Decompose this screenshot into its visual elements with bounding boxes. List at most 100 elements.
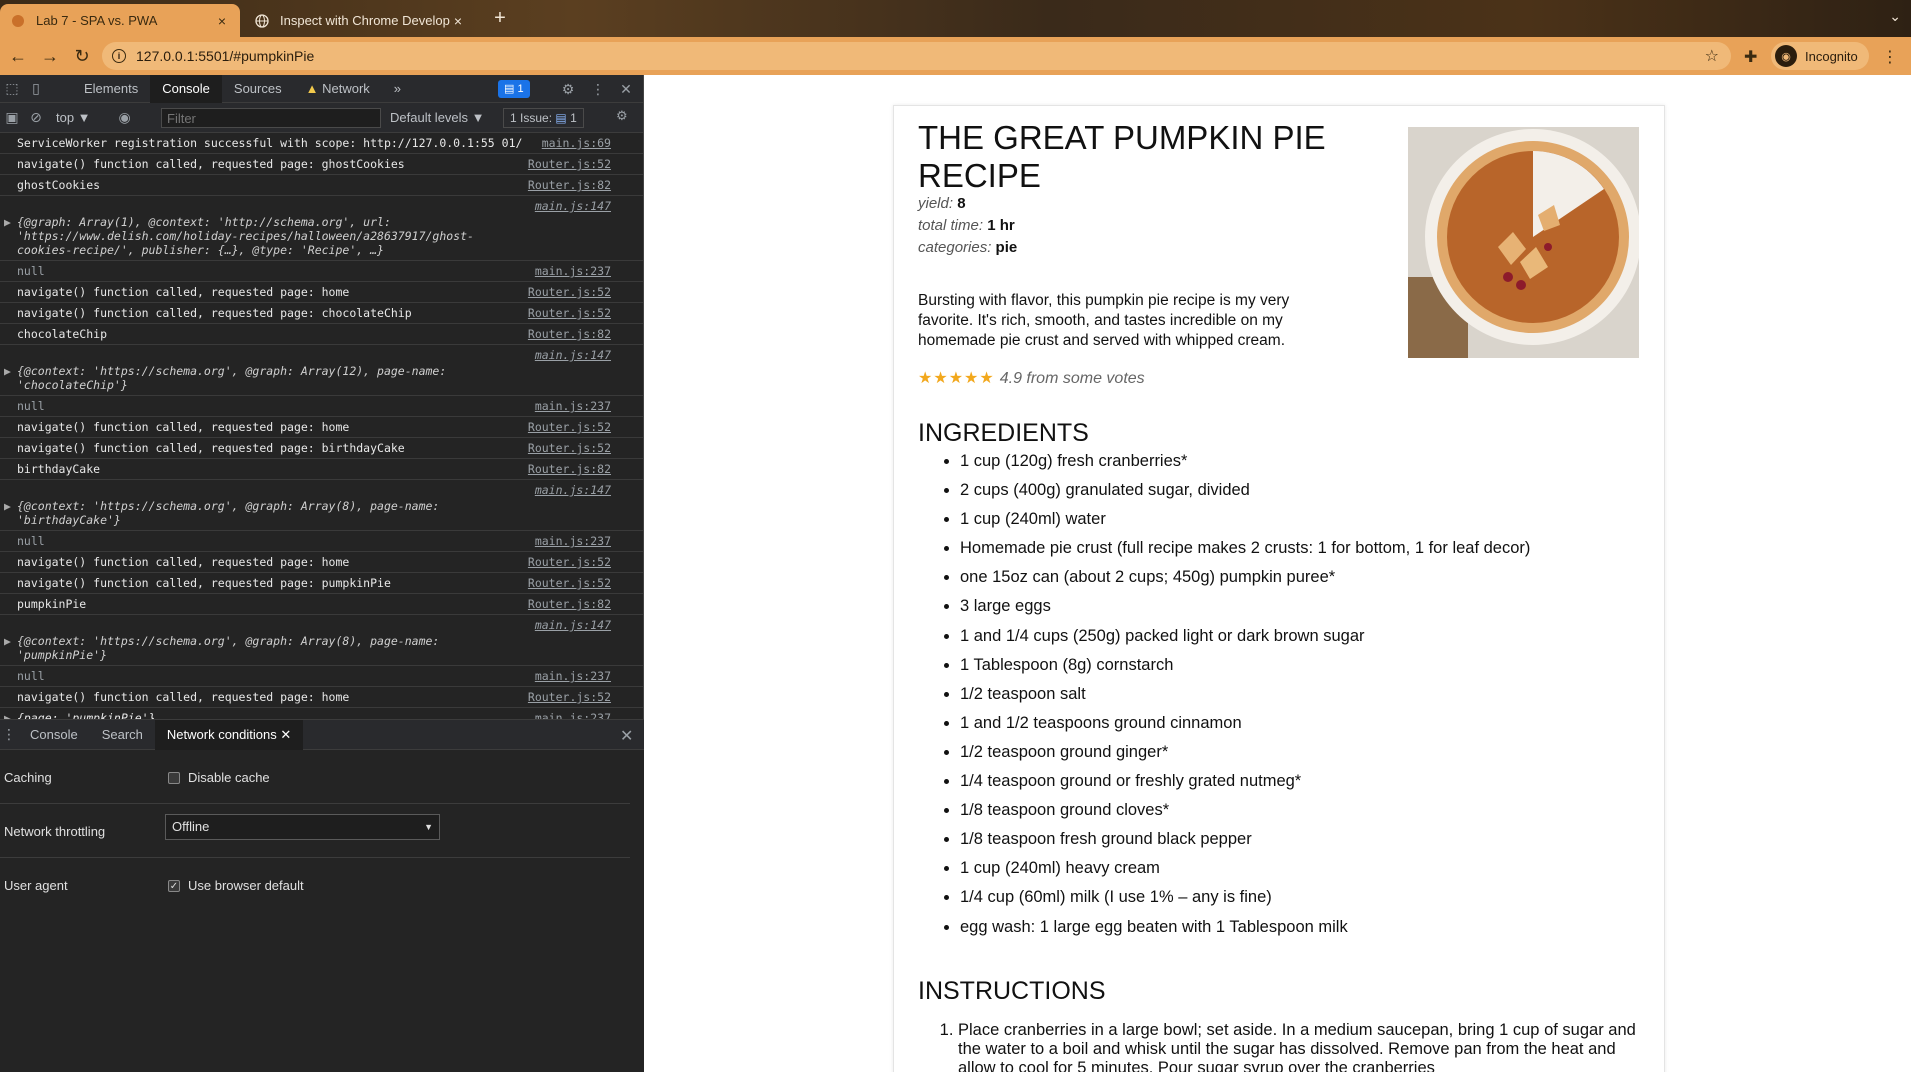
console-log: ServiceWorker registration successful wi… bbox=[0, 133, 643, 753]
ingredient-item: Homemade pie crust (full recipe makes 2 … bbox=[960, 538, 1530, 567]
tab-elements[interactable]: Elements bbox=[72, 75, 150, 103]
issues-button[interactable]: 1 Issue: ▤ 1 bbox=[503, 108, 584, 128]
yield-row: yield: 8 bbox=[918, 195, 966, 212]
checkbox-unchecked[interactable] bbox=[168, 771, 180, 784]
source-link[interactable]: main.js:147 bbox=[535, 618, 611, 632]
source-link[interactable]: main.js:69 bbox=[542, 136, 611, 150]
reload-icon[interactable]: ↻ bbox=[68, 42, 96, 70]
source-link[interactable]: main.js:147 bbox=[535, 199, 611, 213]
source-link[interactable]: Router.js:52 bbox=[528, 285, 611, 299]
ingredient-item: egg wash: 1 large egg beaten with 1 Tabl… bbox=[960, 917, 1530, 946]
context-selector[interactable]: top ▼ bbox=[56, 110, 91, 125]
drawer-tab-network-conditions[interactable]: Network conditions ✕ bbox=[154, 719, 304, 750]
source-link[interactable]: Router.js:52 bbox=[528, 441, 611, 455]
console-message[interactable]: ▶ {@context: 'https://schema.org', @graph… bbox=[0, 480, 643, 531]
yield-value: 8 bbox=[957, 195, 966, 212]
console-message-text: navigate() function called, requested pa… bbox=[17, 420, 350, 434]
console-toolbar: ▣ ⊘ top ▼ ◉ Default levels ▼ 1 Issue: ▤ … bbox=[0, 103, 643, 133]
source-link[interactable]: Router.js:52 bbox=[528, 306, 611, 320]
throttling-select[interactable]: Offline ▼ bbox=[165, 814, 440, 840]
sidebar-toggle-icon[interactable]: ▣ bbox=[0, 104, 24, 132]
source-link[interactable]: main.js:237 bbox=[535, 264, 611, 278]
instructions-heading: INSTRUCTIONS bbox=[918, 977, 1106, 1005]
messages-badge[interactable]: ▤ 1 bbox=[498, 80, 530, 98]
checkbox-checked[interactable]: ✓ bbox=[168, 879, 180, 892]
new-tab-button[interactable]: + bbox=[488, 7, 512, 30]
settings-gear-icon[interactable]: ⚙ bbox=[556, 75, 580, 103]
forward-arrow-icon[interactable]: → bbox=[36, 42, 64, 70]
recipe-card: THE GREAT PUMPKIN PIE RECIPE yield: 8 to… bbox=[893, 105, 1665, 1072]
bookmark-star-icon[interactable]: ☆ bbox=[1705, 46, 1719, 66]
source-link[interactable]: Router.js:82 bbox=[528, 597, 611, 611]
back-arrow-icon[interactable]: ← bbox=[4, 42, 32, 70]
browser-toolbar: ← → ↻ i 127.0.0.1:5501/#pumpkinPie ☆ ✚ ◉… bbox=[0, 37, 1911, 75]
drawer-tab-console[interactable]: Console bbox=[18, 720, 90, 750]
source-link[interactable]: main.js:147 bbox=[535, 483, 611, 497]
extensions-puzzle-icon[interactable]: ✚ bbox=[1744, 47, 1757, 67]
console-message-text: null bbox=[17, 669, 45, 683]
site-info-icon[interactable]: i bbox=[112, 49, 126, 63]
source-link[interactable]: main.js:237 bbox=[535, 669, 611, 683]
incognito-label: Incognito bbox=[1805, 48, 1858, 64]
expand-triangle-icon[interactable]: ▶ bbox=[4, 215, 11, 229]
devtools-more-kebab-icon[interactable]: ⋮ bbox=[586, 75, 610, 103]
console-filter-input[interactable] bbox=[161, 108, 381, 128]
source-link[interactable]: Router.js:52 bbox=[528, 420, 611, 434]
console-message: navigate() function called, requested pa… bbox=[0, 687, 643, 708]
source-link[interactable]: Router.js:82 bbox=[528, 327, 611, 341]
inspect-element-icon[interactable]: ⬚ bbox=[0, 75, 24, 103]
source-link[interactable]: main.js:237 bbox=[535, 534, 611, 548]
address-bar[interactable]: i 127.0.0.1:5501/#pumpkinPie ☆ bbox=[102, 42, 1731, 70]
tab-close-icon[interactable]: × bbox=[450, 13, 466, 29]
browser-tab[interactable]: Inspect with Chrome Develope × bbox=[244, 4, 476, 37]
expand-triangle-icon[interactable]: ▶ bbox=[4, 499, 11, 513]
devtools-panel: ⬚ ▯ Elements Console Sources ▲ Network »… bbox=[0, 74, 644, 1072]
source-link[interactable]: main.js:147 bbox=[535, 348, 611, 362]
source-link[interactable]: Router.js:82 bbox=[528, 462, 611, 476]
browser-menu-kebab-icon[interactable]: ⋮ bbox=[1882, 47, 1898, 67]
source-link[interactable]: Router.js:82 bbox=[528, 178, 611, 192]
close-icon[interactable]: ✕ bbox=[280, 727, 291, 742]
devtools-tabbar: ⬚ ▯ Elements Console Sources ▲ Network »… bbox=[0, 74, 643, 103]
live-expression-eye-icon[interactable]: ◉ bbox=[113, 104, 137, 132]
ingredient-item: 1/8 teaspoon fresh ground black pepper bbox=[960, 829, 1530, 858]
drawer-close-icon[interactable]: ✕ bbox=[620, 726, 633, 746]
disable-cache-label: Disable cache bbox=[188, 770, 270, 785]
source-link[interactable]: Router.js:52 bbox=[528, 157, 611, 171]
expand-triangle-icon[interactable]: ▶ bbox=[4, 364, 11, 378]
tab-close-icon[interactable]: × bbox=[214, 13, 230, 29]
source-link[interactable]: Router.js:52 bbox=[528, 555, 611, 569]
more-tabs-icon[interactable]: » bbox=[382, 75, 413, 103]
console-message: null main.js:237 bbox=[0, 261, 643, 282]
browser-tab-active[interactable]: Lab 7 - SPA vs. PWA × bbox=[0, 4, 240, 37]
tab-console[interactable]: Console bbox=[150, 74, 222, 103]
tab-network[interactable]: ▲ Network bbox=[294, 75, 382, 103]
tab-sources[interactable]: Sources bbox=[222, 75, 294, 103]
log-levels-dropdown[interactable]: Default levels ▼ bbox=[390, 110, 485, 125]
incognito-profile-button[interactable]: ◉ Incognito bbox=[1771, 42, 1869, 70]
use-browser-default-checkbox[interactable]: ✓ Use browser default bbox=[168, 878, 304, 893]
console-message-text: navigate() function called, requested pa… bbox=[17, 555, 350, 569]
console-message-text: birthdayCake bbox=[17, 462, 101, 476]
source-link[interactable]: Router.js:52 bbox=[528, 576, 611, 590]
console-settings-gear-icon[interactable]: ⚙ bbox=[616, 108, 628, 124]
devtools-close-icon[interactable]: ✕ bbox=[614, 75, 638, 103]
console-message-text: {@context: 'https://schema.org', @graph:… bbox=[17, 364, 447, 392]
console-message: navigate() function called, requested pa… bbox=[0, 154, 643, 175]
expand-triangle-icon[interactable]: ▶ bbox=[4, 634, 11, 648]
console-message-text: {@graph: Array(1), @context: 'http://sch… bbox=[17, 215, 474, 257]
console-message-text: ServiceWorker registration successful wi… bbox=[17, 136, 523, 150]
tab-search-chevron-icon[interactable]: ⌄ bbox=[1889, 8, 1901, 25]
clear-console-icon[interactable]: ⊘ bbox=[24, 104, 48, 132]
source-link[interactable]: main.js:237 bbox=[535, 399, 611, 413]
console-message: navigate() function called, requested pa… bbox=[0, 303, 643, 324]
source-link[interactable]: Router.js:52 bbox=[528, 690, 611, 704]
console-message[interactable]: ▶ {@context: 'https://schema.org', @graph… bbox=[0, 345, 643, 396]
console-message[interactable]: ▶ {@graph: Array(1), @context: 'http://sc… bbox=[0, 196, 643, 261]
console-message[interactable]: ▶ {@context: 'https://schema.org', @graph… bbox=[0, 615, 643, 666]
recipe-title: THE GREAT PUMPKIN PIE RECIPE bbox=[918, 119, 1326, 194]
drawer-tab-search[interactable]: Search bbox=[90, 720, 155, 750]
drawer-menu-kebab-icon[interactable]: ⋮ bbox=[0, 721, 18, 749]
disable-cache-checkbox[interactable]: Disable cache bbox=[168, 770, 270, 785]
device-toolbar-icon[interactable]: ▯ bbox=[24, 75, 48, 103]
